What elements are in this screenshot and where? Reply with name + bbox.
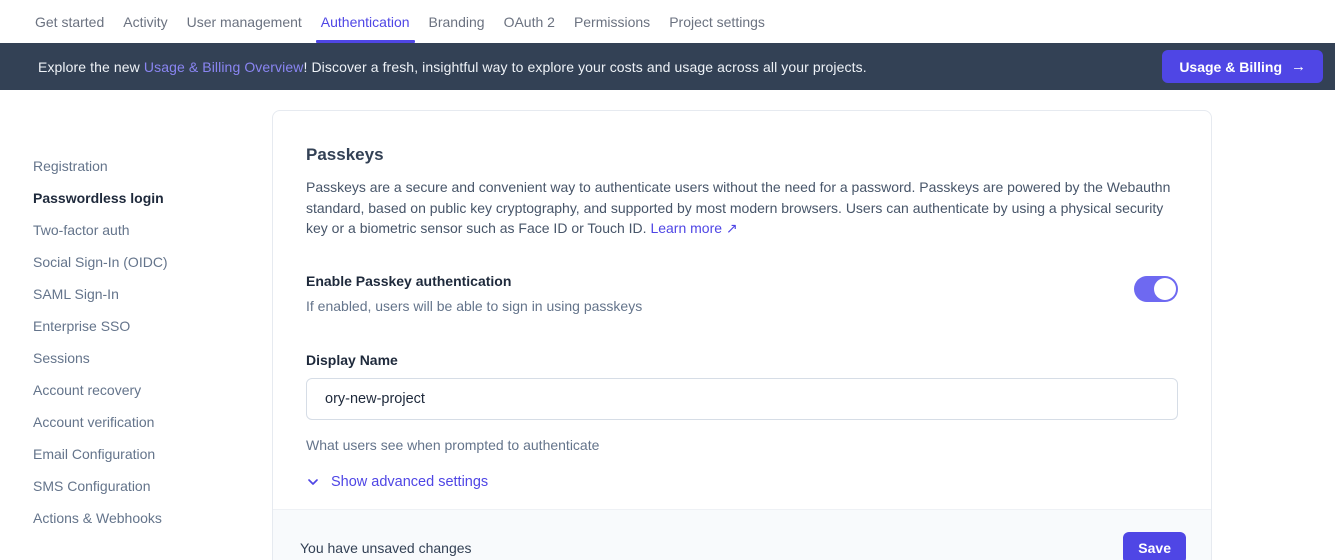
- tab-authentication[interactable]: Authentication: [321, 14, 410, 30]
- enable-passkey-toggle[interactable]: [1134, 276, 1178, 302]
- sidebar-item-sessions[interactable]: Sessions: [33, 342, 272, 374]
- usage-billing-button[interactable]: Usage & Billing →: [1162, 50, 1323, 83]
- settings-sidebar: Registration Passwordless login Two-fact…: [0, 90, 272, 534]
- top-navigation: Get started Activity User management Aut…: [0, 0, 1335, 43]
- display-name-field: Display Name What users see when prompte…: [306, 352, 1178, 453]
- usage-billing-banner: Explore the new Usage & Billing Overview…: [0, 43, 1335, 90]
- tab-user-management[interactable]: User management: [187, 14, 302, 30]
- enable-passkey-row: Enable Passkey authentication If enabled…: [306, 273, 1178, 314]
- sidebar-item-social-sign-in-oidc[interactable]: Social Sign-In (OIDC): [33, 246, 272, 278]
- learn-more-label: Learn more: [650, 220, 722, 236]
- save-button[interactable]: Save: [1123, 532, 1186, 560]
- sidebar-item-two-factor-auth[interactable]: Two-factor auth: [33, 214, 272, 246]
- enable-passkey-text: Enable Passkey authentication If enabled…: [306, 273, 642, 314]
- show-advanced-settings-label: Show advanced settings: [331, 474, 488, 490]
- enable-passkey-description: If enabled, users will be able to sign i…: [306, 298, 642, 314]
- external-link-icon: ↗: [726, 220, 738, 236]
- sidebar-item-saml-sign-in[interactable]: SAML Sign-In: [33, 278, 272, 310]
- show-advanced-settings[interactable]: Show advanced settings: [306, 474, 1178, 490]
- learn-more-link[interactable]: Learn more ↗: [650, 220, 737, 236]
- tab-oauth2[interactable]: OAuth 2: [504, 14, 555, 30]
- sidebar-item-account-verification[interactable]: Account verification: [33, 406, 272, 438]
- sidebar-item-passwordless-login[interactable]: Passwordless login: [33, 182, 272, 214]
- tab-permissions[interactable]: Permissions: [574, 14, 650, 30]
- sidebar-item-sms-configuration[interactable]: SMS Configuration: [33, 470, 272, 502]
- banner-text-after: ! Discover a fresh, insightful way to ex…: [303, 59, 866, 75]
- banner-text-before: Explore the new: [38, 59, 144, 75]
- sidebar-item-email-configuration[interactable]: Email Configuration: [33, 438, 272, 470]
- passkeys-card-body: Passkeys Passkeys are a secure and conve…: [273, 111, 1211, 490]
- display-name-helper: What users see when prompted to authenti…: [306, 437, 1178, 453]
- sidebar-item-registration[interactable]: Registration: [33, 150, 272, 182]
- page-title: Passkeys: [306, 111, 1178, 165]
- arrow-right-icon: →: [1291, 58, 1306, 75]
- sidebar-item-actions-webhooks[interactable]: Actions & Webhooks: [33, 502, 272, 534]
- passkeys-settings-card: Passkeys Passkeys are a secure and conve…: [272, 110, 1212, 560]
- passkeys-description-text: Passkeys are a secure and convenient way…: [306, 179, 1170, 236]
- sidebar-item-account-recovery[interactable]: Account recovery: [33, 374, 272, 406]
- passkeys-description: Passkeys are a secure and convenient way…: [306, 177, 1178, 239]
- tab-activity[interactable]: Activity: [123, 14, 167, 30]
- usage-billing-button-label: Usage & Billing: [1179, 59, 1282, 75]
- display-name-label: Display Name: [306, 352, 1178, 368]
- display-name-input[interactable]: [306, 378, 1178, 420]
- tab-get-started[interactable]: Get started: [35, 14, 104, 30]
- tab-project-settings[interactable]: Project settings: [669, 14, 765, 30]
- toggle-knob: [1154, 278, 1176, 300]
- unsaved-changes-status: You have unsaved changes: [300, 540, 472, 556]
- usage-billing-overview-link[interactable]: Usage & Billing Overview: [144, 59, 304, 75]
- tab-authentication-label: Authentication: [321, 14, 410, 30]
- banner-message: Explore the new Usage & Billing Overview…: [38, 59, 1162, 75]
- card-footer: You have unsaved changes Save: [273, 509, 1211, 560]
- chevron-down-icon: [306, 475, 320, 489]
- active-tab-underline: [316, 40, 415, 43]
- tab-branding[interactable]: Branding: [429, 14, 485, 30]
- content-area: Registration Passwordless login Two-fact…: [0, 90, 1335, 560]
- sidebar-item-enterprise-sso[interactable]: Enterprise SSO: [33, 310, 272, 342]
- enable-passkey-label: Enable Passkey authentication: [306, 273, 642, 289]
